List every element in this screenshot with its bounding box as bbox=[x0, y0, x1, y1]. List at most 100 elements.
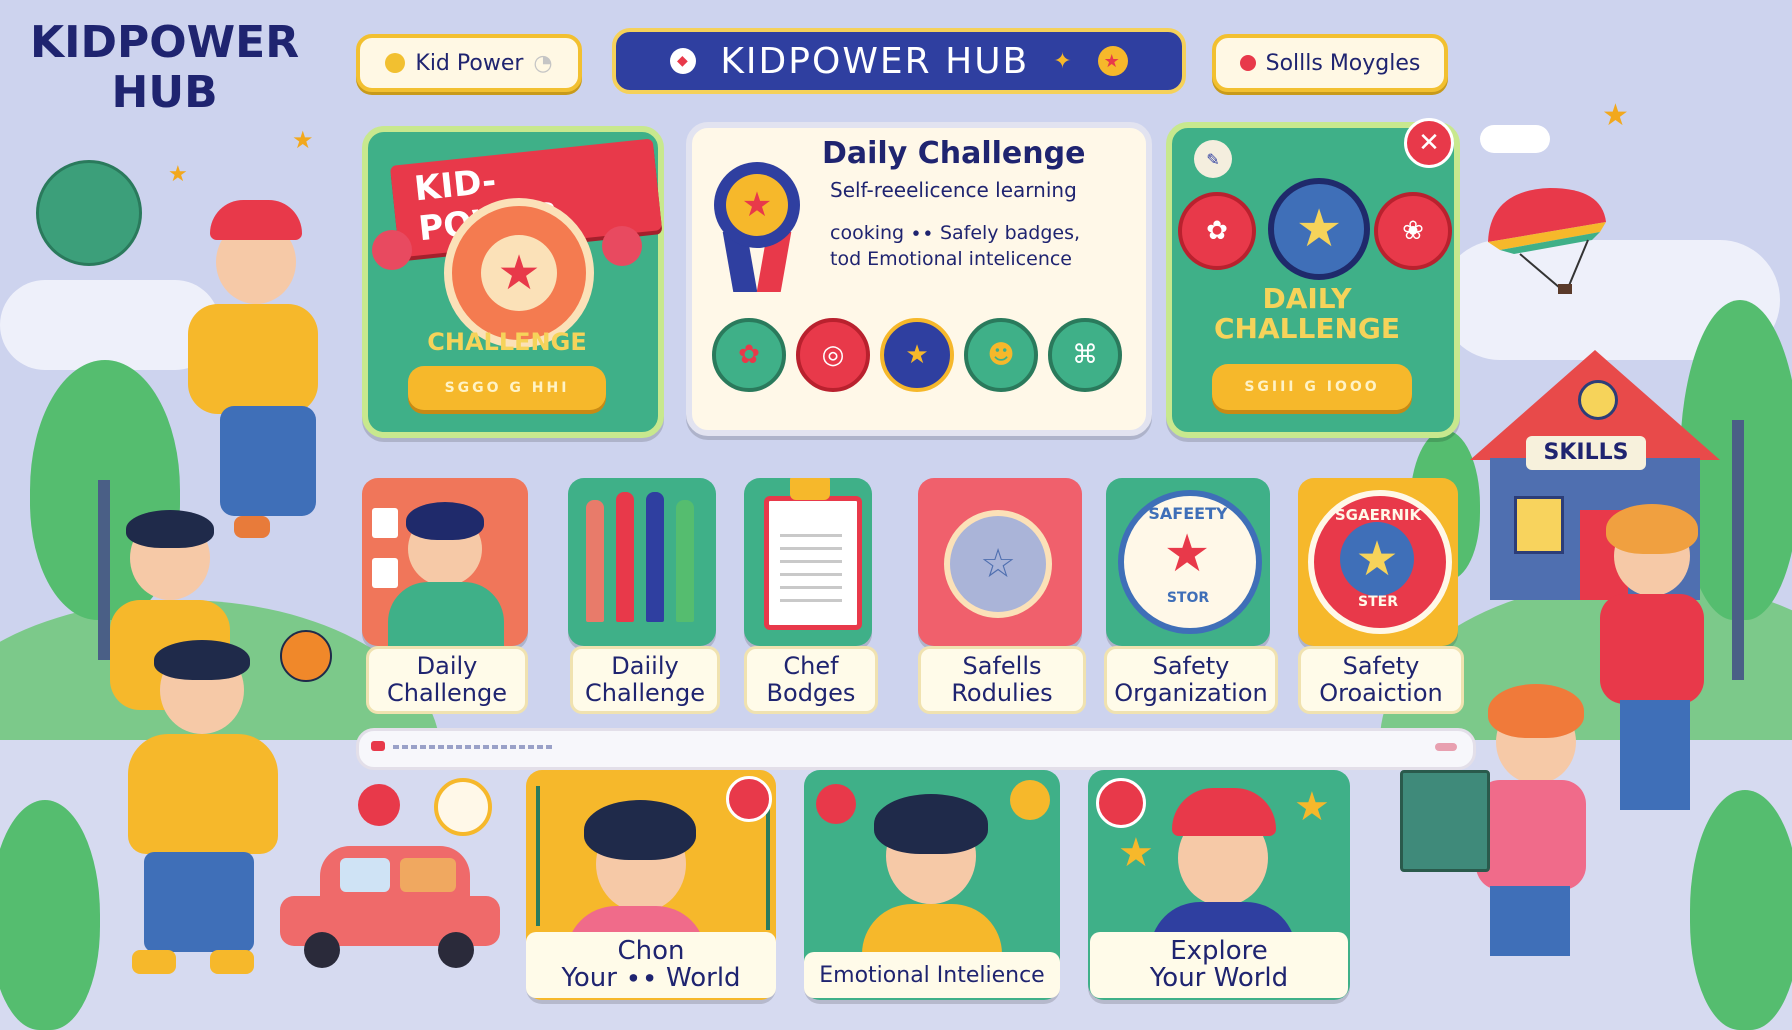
cloud-decoration bbox=[1480, 125, 1550, 153]
medal-ribbon-icon: ★ bbox=[710, 162, 806, 302]
star-icon: ★ bbox=[292, 126, 314, 154]
shell-icon: ◔ bbox=[533, 50, 553, 76]
tile-line-1: Safety bbox=[1152, 652, 1230, 680]
tile-line-2: Challenge bbox=[585, 679, 705, 707]
star-icon: ✦ bbox=[1053, 48, 1074, 74]
bird-icon: ✎ bbox=[1194, 140, 1232, 178]
chon-your-world-label[interactable]: Chon Your ∙∙ World bbox=[526, 932, 776, 998]
tile-line-2: Organization bbox=[1114, 679, 1268, 707]
skills-modules-button[interactable]: Sollls Moygles bbox=[1212, 34, 1448, 92]
badge-row: ✿ ◎ ★ ☻ ⌘ bbox=[712, 318, 1122, 392]
swirl-badge-icon[interactable]: ◎ bbox=[796, 318, 870, 392]
pencil-icon bbox=[646, 492, 664, 622]
tile-line-1: Daiily bbox=[611, 652, 679, 680]
rose-icon bbox=[358, 784, 400, 826]
rose-icon bbox=[372, 230, 412, 270]
flower-badge-icon: ❀ bbox=[1374, 192, 1452, 270]
star-badge-icon: ★ bbox=[1118, 830, 1154, 876]
search-icon bbox=[371, 741, 385, 751]
safety-modules-tile-label[interactable]: Safells Rodulies bbox=[918, 646, 1086, 714]
star-icon: ★ bbox=[1163, 524, 1211, 584]
kid-power-button[interactable]: Kid Power ◔ bbox=[356, 34, 582, 92]
compass-icon bbox=[434, 778, 492, 836]
badge-bottom-text: STER bbox=[1358, 594, 1398, 610]
swirl-badge-icon bbox=[1010, 780, 1050, 820]
kid-power-label: Kid Power bbox=[415, 50, 524, 76]
daily-challenge-heading: DAILY CHALLENGE bbox=[1172, 284, 1442, 344]
girl-hair bbox=[874, 794, 988, 854]
daily-challenge-tile[interactable] bbox=[362, 478, 528, 646]
boy-beanie bbox=[1172, 788, 1276, 836]
pencil-icon bbox=[676, 500, 694, 622]
star-icon: ★ bbox=[1602, 98, 1629, 133]
rose-badge-icon[interactable]: ✿ bbox=[712, 318, 786, 392]
kid-hair bbox=[406, 502, 484, 540]
rose-badge-icon bbox=[816, 784, 856, 824]
badge-bottom-text: STOR bbox=[1166, 590, 1210, 606]
tile-line-1: Chef bbox=[783, 652, 839, 680]
card-line-1: Explore bbox=[1170, 936, 1268, 966]
start-challenge-button[interactable]: SGGO G HHI bbox=[408, 366, 606, 410]
pencils-tile[interactable] bbox=[568, 478, 716, 646]
safety-oroaiction-tile[interactable]: SGAERNIK ★ STER bbox=[1298, 478, 1458, 646]
star-icon: ★ bbox=[1340, 522, 1414, 596]
logo-line-1: KIDPOWER bbox=[30, 17, 300, 68]
app-logo[interactable]: KIDPOWER HUB bbox=[30, 18, 299, 118]
kid-hoodie bbox=[388, 582, 504, 646]
star-badge-icon: ★ bbox=[444, 198, 594, 348]
rose-icon bbox=[602, 226, 642, 266]
card-line-1: Chon bbox=[617, 936, 685, 966]
badge-icon bbox=[1239, 55, 1256, 71]
star-badge-icon: ★ bbox=[1268, 178, 1370, 280]
rose-badge-icon: ✿ bbox=[1178, 192, 1256, 270]
start-daily-challenge-button[interactable]: SGIII G IOOO bbox=[1212, 364, 1412, 410]
daily-challenge-tile-label[interactable]: Daily Challenge bbox=[366, 646, 528, 714]
globe-icon bbox=[36, 160, 142, 266]
chef-badge-icon[interactable]: ☻ bbox=[964, 318, 1038, 392]
challenge-label: CHALLENGE bbox=[1213, 312, 1400, 345]
chef-badges-tile[interactable] bbox=[744, 478, 872, 646]
tile-line-2: Bodges bbox=[766, 679, 856, 707]
tile-line-1: Daily bbox=[416, 652, 478, 680]
badge-icon: ◆ bbox=[670, 48, 697, 74]
girl-character-book bbox=[1400, 670, 1620, 1000]
red-car-icon bbox=[280, 846, 500, 968]
rose-badge-icon bbox=[726, 776, 772, 822]
daily-challenge-card[interactable]: ✕ ✎ ✿ ★ ❀ DAILY CHALLENGE SGIII G IOOO bbox=[1166, 118, 1460, 438]
tile-line-1: Safells bbox=[962, 652, 1042, 680]
safety-organization-tile[interactable]: SAFEETY ★ STOR bbox=[1106, 478, 1270, 646]
star-badge-icon: ★ bbox=[1097, 46, 1128, 76]
star-badge-icon[interactable]: ★ bbox=[880, 318, 954, 392]
search-placeholder-lines bbox=[393, 745, 553, 749]
pattern-badge-icon[interactable]: ⌘ bbox=[1048, 318, 1122, 392]
tile-line-2: Rodulies bbox=[951, 679, 1053, 707]
note-icon bbox=[372, 558, 398, 588]
book-icon bbox=[1400, 770, 1490, 872]
house-sign: SKILLS bbox=[1526, 436, 1646, 470]
safety-organization-tile-label[interactable]: Safety Organization bbox=[1104, 646, 1278, 714]
badge-top-text: SAFEETY bbox=[1148, 504, 1228, 523]
star-icon: ★ bbox=[168, 162, 188, 187]
search-bar[interactable] bbox=[356, 728, 1476, 770]
kid-power-challenge-card[interactable]: KID-POWER ★ CHALLENGE SGGO G HHI bbox=[362, 126, 664, 438]
rose-badge-icon bbox=[1096, 778, 1146, 828]
card-line-2: Your World bbox=[1149, 963, 1289, 993]
girl-hair bbox=[584, 800, 696, 860]
daiily-challenge-tile-label[interactable]: Daiily Challenge bbox=[570, 646, 720, 714]
tile-line-2: Challenge bbox=[387, 679, 507, 707]
chef-badges-tile-label[interactable]: Chef Bodges bbox=[744, 646, 878, 714]
card-line-2: Your ∙∙ World bbox=[561, 963, 741, 993]
daily-challenge-line-3: tod Emotional intelicence bbox=[830, 248, 1072, 270]
daily-challenge-line-1: Self-reeelicence learning bbox=[830, 178, 1077, 202]
skills-modules-label: Sollls Moygles bbox=[1265, 50, 1421, 76]
close-icon[interactable]: ✕ bbox=[1404, 118, 1454, 168]
daily-challenge-title: Daily Challenge bbox=[822, 136, 1086, 171]
safety-modules-tile[interactable]: ☆ bbox=[918, 478, 1082, 646]
leaf-decoration bbox=[536, 786, 570, 926]
logo-line-2: HUB bbox=[111, 67, 218, 118]
daily-challenge-line-2: cooking ∙∙ Safely badges, bbox=[830, 222, 1081, 244]
hub-title-bar[interactable]: ◆ KIDPOWER HUB ✦ ★ bbox=[612, 28, 1186, 94]
shield-badge-icon: ☆ bbox=[944, 510, 1052, 618]
emotional-intelligence-label[interactable]: Emotional Intelience bbox=[804, 952, 1060, 998]
explore-your-world-label[interactable]: Explore Your World bbox=[1090, 932, 1348, 998]
